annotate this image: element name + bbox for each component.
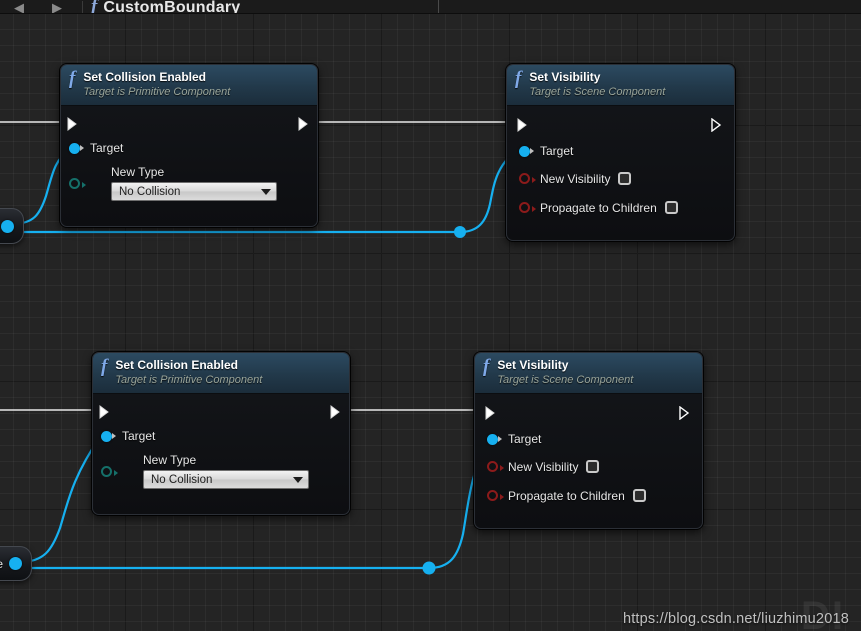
enum-pin-icon[interactable] — [69, 178, 86, 189]
node-content: Target New Type No Collision — [61, 106, 317, 226]
new-visibility-checkbox[interactable] — [586, 460, 600, 473]
function-f-icon: f — [515, 68, 522, 89]
pin-row-new-type: New Type No Collision — [93, 448, 349, 496]
pin-label-propagate: Propagate to Children — [508, 488, 625, 503]
exec-in-pin[interactable] — [517, 118, 528, 132]
object-pin-icon[interactable] — [101, 430, 116, 442]
pin-row-target: Target — [475, 426, 702, 452]
boolean-pin-icon[interactable] — [487, 490, 504, 501]
object-pin-icon[interactable] — [1, 219, 14, 233]
breadcrumb-label[interactable]: CustomBoundary — [103, 0, 240, 13]
node-title: Set Visibility — [529, 70, 601, 84]
exec-row — [475, 400, 702, 426]
forward-arrow-icon[interactable]: ▶ — [38, 0, 76, 13]
pin-row-target: Target — [93, 424, 349, 448]
pin-row-new-type: New Type No Collision — [61, 160, 317, 208]
exec-in-pin[interactable] — [99, 405, 110, 419]
pin-row-new-visibility: New Visibility — [507, 164, 734, 193]
node-subtitle: Target is Scene Component — [497, 374, 634, 386]
object-pin-icon[interactable] — [9, 557, 22, 570]
pin-row-target: Target — [507, 138, 734, 164]
watermark-url: https://blog.csdn.net/liuzhimu2018 — [622, 611, 849, 627]
function-f-icon: f — [69, 68, 76, 89]
new-type-dropdown-value: No Collision — [151, 473, 213, 486]
exec-row — [93, 400, 349, 424]
chevron-down-icon — [261, 188, 271, 195]
pin-row-new-visibility: New Visibility — [475, 452, 702, 481]
pin-label-new-visibility: New Visibility — [540, 171, 611, 186]
pin-label-new-visibility: New Visibility — [508, 459, 579, 474]
pin-label-target: Target — [540, 144, 574, 158]
new-type-dropdown[interactable]: No Collision — [143, 470, 309, 489]
pin-row-propagate: Propagate to Children — [475, 481, 702, 510]
node-content: Target New Type No Collision — [93, 394, 349, 514]
node-header: f Set Collision Enabled Target is Primit… — [93, 353, 349, 394]
object-pin-icon[interactable] — [69, 142, 84, 154]
exec-out-pin[interactable] — [711, 118, 722, 132]
boolean-pin-icon[interactable] — [519, 173, 536, 184]
offscreen-node-lower-label: re — [0, 557, 3, 571]
object-pin-icon[interactable] — [519, 145, 534, 157]
node-header: f Set Visibility Target is Scene Compone… — [507, 65, 734, 106]
new-visibility-checkbox[interactable] — [618, 172, 632, 185]
enum-pin-icon[interactable] — [101, 466, 118, 477]
node-set-visibility-2[interactable]: f Set Visibility Target is Scene Compone… — [474, 352, 703, 529]
new-type-dropdown[interactable]: No Collision — [111, 182, 277, 201]
property-label-new-type: New Type — [143, 453, 197, 467]
breadcrumb-toolbar[interactable]: ◀ ▶ f CustomBoundary — [0, 0, 861, 14]
node-subtitle: Target is Primitive Component — [83, 86, 231, 98]
pin-label-target: Target — [90, 141, 124, 155]
propagate-to-children-checkbox[interactable] — [664, 201, 678, 214]
node-header: f Set Visibility Target is Scene Compone… — [475, 353, 702, 394]
function-f-icon: f — [483, 356, 490, 377]
offscreen-node-lower[interactable]: re — [0, 546, 32, 581]
object-pin-icon[interactable] — [487, 433, 502, 445]
exec-out-pin[interactable] — [330, 405, 341, 419]
exec-out-pin[interactable] — [298, 117, 309, 131]
property-label-new-type: New Type — [111, 165, 165, 179]
chevron-down-icon — [293, 476, 303, 483]
pin-row-propagate: Propagate to Children — [507, 193, 734, 222]
blueprint-graph-canvas[interactable]: ◀ ▶ f CustomBoundary re — [0, 0, 861, 631]
exec-in-pin[interactable] — [485, 406, 496, 420]
exec-row — [507, 112, 734, 138]
toolbar-divider — [82, 1, 83, 13]
node-header: f Set Collision Enabled Target is Primit… — [61, 65, 317, 106]
data-wire-target-node3 — [19, 436, 101, 564]
reroute-node-lower — [422, 561, 436, 575]
propagate-to-children-checkbox[interactable] — [632, 489, 646, 502]
node-set-collision-enabled-1[interactable]: f Set Collision Enabled Target is Primit… — [60, 64, 318, 227]
node-title: Set Collision Enabled — [83, 70, 207, 84]
new-type-dropdown-value: No Collision — [119, 185, 181, 198]
offscreen-node-upper[interactable] — [0, 208, 24, 244]
node-subtitle: Target is Scene Component — [529, 86, 666, 98]
exec-out-pin[interactable] — [679, 406, 690, 420]
pin-label-target: Target — [122, 429, 156, 443]
node-set-visibility-1[interactable]: f Set Visibility Target is Scene Compone… — [506, 64, 735, 241]
function-f-icon: f — [101, 356, 108, 377]
node-content: Target New Visibility Propagate to Child… — [475, 394, 702, 528]
node-content: Target New Visibility Propagate to Child… — [507, 106, 734, 240]
function-f-icon: f — [91, 0, 98, 14]
pin-row-target: Target — [61, 136, 317, 160]
node-title: Set Collision Enabled — [115, 358, 239, 372]
exec-row — [61, 112, 317, 136]
pin-label-target: Target — [508, 432, 542, 446]
node-subtitle: Target is Primitive Component — [115, 374, 263, 386]
pin-label-propagate: Propagate to Children — [540, 200, 657, 215]
boolean-pin-icon[interactable] — [519, 202, 536, 213]
exec-in-pin[interactable] — [67, 117, 78, 131]
reroute-node-upper — [454, 226, 466, 238]
boolean-pin-icon[interactable] — [487, 461, 504, 472]
node-set-collision-enabled-2[interactable]: f Set Collision Enabled Target is Primit… — [92, 352, 350, 515]
toolbar-tick-divider — [438, 0, 439, 13]
back-arrow-icon[interactable]: ◀ — [0, 0, 38, 13]
node-title: Set Visibility — [497, 358, 569, 372]
